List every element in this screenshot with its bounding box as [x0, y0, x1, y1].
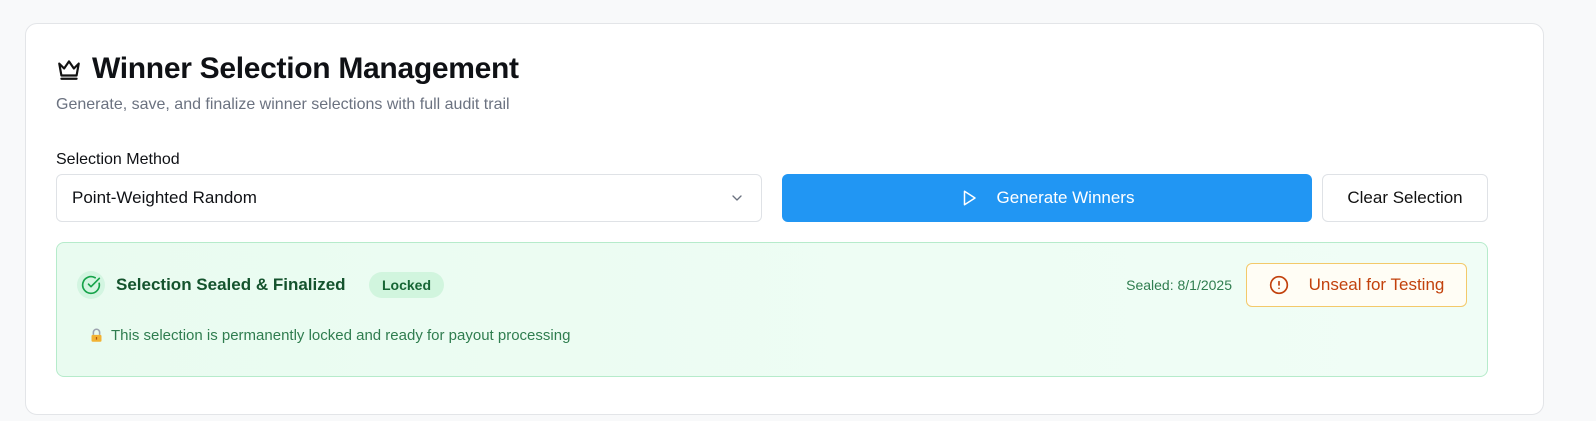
status-title: Selection Sealed & Finalized: [116, 275, 346, 294]
crown-icon: [56, 56, 82, 82]
selection-method-select[interactable]: Point-Weighted Random: [56, 174, 762, 222]
play-icon: [960, 189, 978, 207]
sealed-date: Sealed: 8/1/2025: [1126, 277, 1232, 293]
chevron-down-icon: [729, 190, 745, 206]
selection-method-label: Selection Method: [56, 151, 180, 168]
page-subtitle: Generate, save, and finalize winner sele…: [56, 96, 510, 113]
status-badge: Locked: [369, 272, 445, 298]
lock-note: This selection is permanently locked and…: [89, 327, 570, 344]
page-title: Winner Selection Management: [92, 52, 519, 85]
lock-icon: [89, 328, 104, 343]
sealed-status-panel: Selection Sealed & Finalized Locked Seal…: [56, 242, 1488, 377]
selection-method-value: Point-Weighted Random: [72, 188, 257, 207]
winner-selection-card: Winner Selection Management Generate, sa…: [25, 23, 1544, 415]
title-row: Winner Selection Management: [56, 52, 519, 85]
generate-winners-button[interactable]: Generate Winners: [782, 174, 1312, 222]
alert-circle-icon: [1269, 275, 1289, 295]
unseal-label: Unseal for Testing: [1308, 275, 1445, 294]
generate-winners-label: Generate Winners: [996, 188, 1135, 207]
card-header: Winner Selection Management Generate, sa…: [56, 52, 519, 114]
lock-note-text: This selection is permanently locked and…: [111, 327, 571, 344]
unseal-button[interactable]: Unseal for Testing: [1246, 263, 1467, 307]
clear-selection-button[interactable]: Clear Selection: [1322, 174, 1488, 222]
check-circle-icon: [77, 271, 105, 299]
